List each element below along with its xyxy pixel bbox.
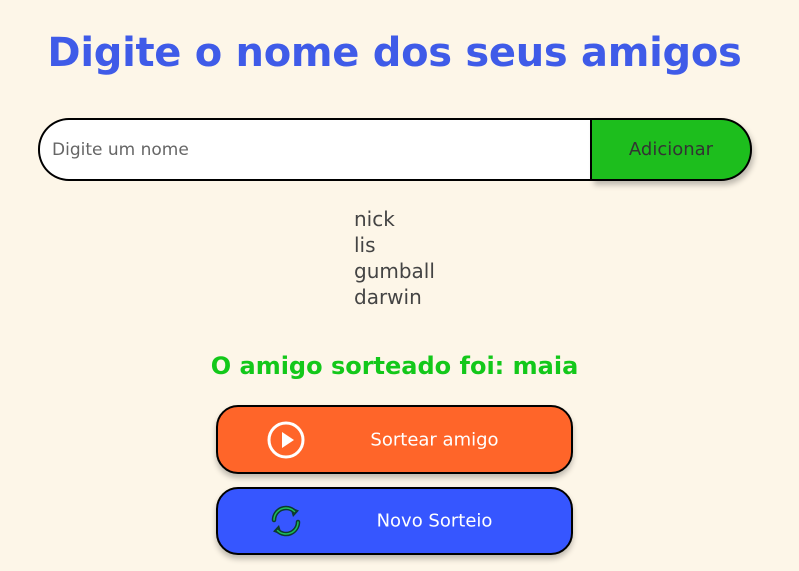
friend-list-item: nick — [354, 207, 395, 231]
play-circle-icon — [267, 421, 305, 458]
new-draw-button[interactable]: Novo Sorteio — [216, 487, 573, 555]
add-friend-form: Adicionar — [38, 118, 752, 181]
new-draw-label: Novo Sorteio — [376, 510, 493, 532]
friend-list-item: lis — [354, 233, 376, 257]
draw-friend-button[interactable]: Sortear amigo — [216, 405, 573, 474]
draw-result: O amigo sorteado foi: maia — [210, 352, 579, 380]
add-button[interactable]: Adicionar — [592, 118, 752, 181]
friend-list-item: gumball — [354, 259, 435, 283]
friend-list-item: darwin — [354, 285, 422, 309]
refresh-icon — [271, 505, 301, 537]
page-title: Digite o nome dos seus amigos — [47, 30, 742, 76]
friend-list: nick lis gumball darwin — [354, 206, 435, 310]
name-input[interactable] — [38, 118, 594, 181]
draw-friend-label: Sortear amigo — [370, 429, 499, 450]
